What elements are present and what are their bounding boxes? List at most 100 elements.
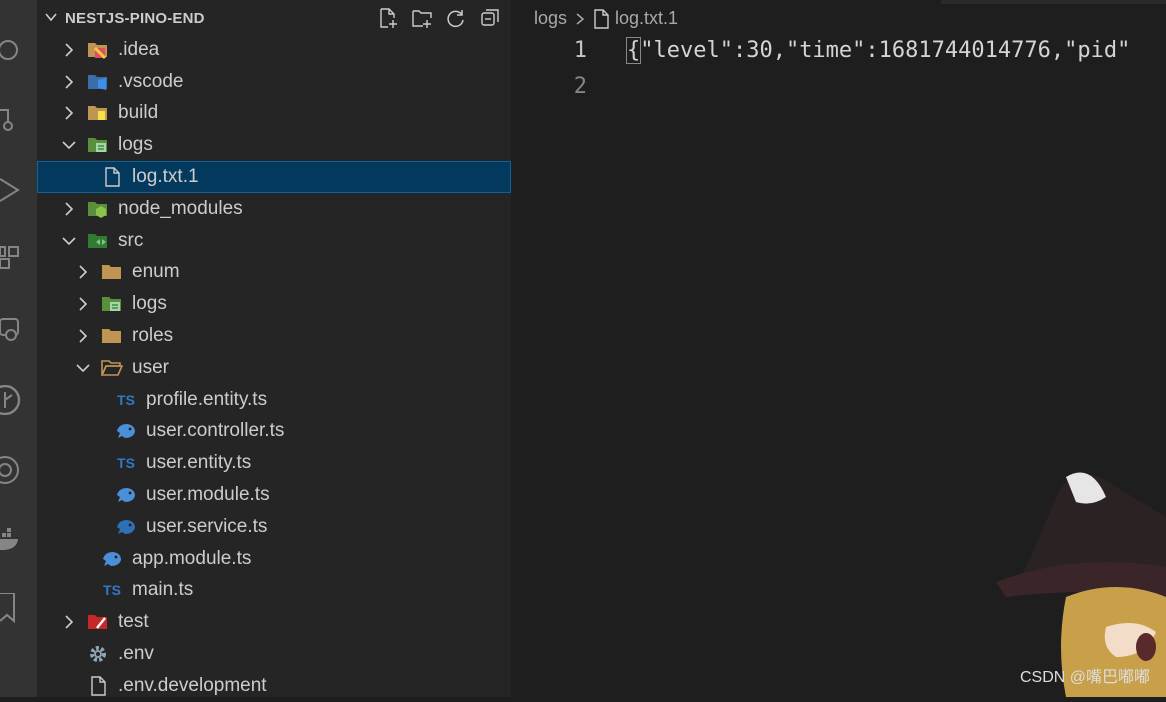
chevron-down-icon[interactable]	[43, 9, 59, 25]
chevron-down-icon[interactable]	[61, 137, 77, 153]
typescript-icon: TS	[115, 453, 137, 473]
search-icon[interactable]	[0, 36, 22, 64]
chevron-right-icon[interactable]	[75, 328, 91, 344]
explorer-sidebar: NESTJS-PINO-END .idea .vscode build logs log…	[37, 0, 511, 697]
nest-service-icon	[115, 517, 137, 537]
breadcrumb-folder[interactable]: logs	[534, 8, 567, 29]
tree-item-test[interactable]: test	[37, 606, 511, 638]
activity-bar	[0, 0, 37, 697]
new-folder-icon[interactable]	[411, 7, 433, 29]
chevron-right-icon[interactable]	[61, 201, 77, 217]
run-debug-icon[interactable]	[0, 176, 22, 204]
test-folder-icon	[87, 612, 109, 632]
tree-item-label: src	[118, 229, 144, 251]
tree-item-vscode[interactable]: .vscode	[37, 66, 511, 98]
tree-item-log-txt-1[interactable]: log.txt.1	[37, 161, 511, 193]
collapse-all-icon[interactable]	[479, 7, 501, 29]
breadcrumb-file[interactable]: log.txt.1	[615, 8, 678, 29]
tree-item-label: logs	[118, 134, 153, 156]
code-editor[interactable]: 1 {"level":30,"time":1681744014776,"pid"…	[511, 35, 1166, 107]
source-control-icon[interactable]	[0, 106, 22, 134]
tree-item-label: log.txt.1	[132, 166, 199, 188]
gear-icon	[87, 644, 109, 664]
docker-icon[interactable]	[0, 526, 22, 554]
chevron-right-icon[interactable]	[61, 42, 77, 58]
src-folder-icon	[87, 231, 109, 251]
tree-item-label: profile.entity.ts	[146, 388, 268, 410]
tree-item-label: .idea	[118, 38, 160, 60]
chevron-down-icon[interactable]	[61, 233, 77, 249]
tree-item-user-service-ts[interactable]: user.service.ts	[37, 511, 511, 543]
tree-item-roles[interactable]: roles	[37, 320, 511, 352]
new-file-icon[interactable]	[377, 7, 399, 29]
chevron-right-icon[interactable]	[75, 264, 91, 280]
nest-module-icon	[101, 549, 123, 569]
tree-item-app-module-ts[interactable]: app.module.ts	[37, 543, 511, 575]
code-line[interactable]: 1 {"level":30,"time":1681744014776,"pid"	[511, 35, 1166, 71]
bookmark-icon[interactable]	[0, 593, 22, 623]
chevron-right-icon[interactable]	[61, 105, 77, 121]
ts-badge: TS	[117, 455, 135, 472]
file-icon	[101, 167, 123, 187]
tree-item-label: node_modules	[118, 197, 243, 219]
anime-character-image	[996, 472, 1166, 697]
ts-badge: TS	[117, 391, 135, 408]
chevron-right-icon[interactable]	[61, 614, 77, 630]
chevron-right-icon	[573, 12, 587, 26]
file-icon	[593, 8, 609, 29]
tree-item-idea[interactable]: .idea	[37, 34, 511, 66]
file-icon	[87, 676, 109, 696]
line-number: 1	[573, 38, 587, 63]
ts-badge: TS	[103, 582, 121, 599]
idea-folder-icon	[87, 40, 109, 60]
folder-open-icon	[101, 358, 123, 378]
tree-item-label: build	[118, 102, 159, 124]
tree-item-label: logs	[132, 293, 167, 315]
tree-item-user-controller-ts[interactable]: user.controller.ts	[37, 416, 511, 448]
tree-item-build[interactable]: build	[37, 98, 511, 130]
line-number: 2	[573, 74, 587, 99]
tree-item-logs[interactable]: logs	[37, 288, 511, 320]
logs-folder-icon	[101, 294, 123, 314]
tab-strip	[941, 0, 1166, 4]
tree-item-user[interactable]: user	[37, 352, 511, 384]
vscode-folder-icon	[87, 72, 109, 92]
tree-item-label: main.ts	[132, 579, 194, 601]
nest-controller-icon	[115, 421, 137, 441]
tree-item-label: app.module.ts	[132, 547, 252, 569]
build-folder-icon	[87, 103, 109, 123]
chevron-down-icon[interactable]	[75, 360, 91, 376]
refresh-icon[interactable]	[445, 7, 467, 29]
tree-item-label: user	[132, 356, 169, 378]
tree-item-user-entity-ts[interactable]: TS user.entity.ts	[37, 447, 511, 479]
tree-item-src[interactable]: src	[37, 225, 511, 257]
tree-item-label: user.service.ts	[146, 515, 268, 537]
remote-explorer-icon[interactable]	[0, 316, 22, 344]
code-line[interactable]: 2	[511, 71, 1166, 107]
chevron-right-icon[interactable]	[61, 74, 77, 90]
line-text[interactable]: {"level":30,"time":1681744014776,"pid"	[625, 37, 1130, 64]
editor-area: logs log.txt.1 1 {"level":30,"time":1681…	[511, 0, 1166, 697]
git-graph-icon[interactable]	[0, 385, 22, 415]
explorer-title[interactable]: NESTJS-PINO-END	[65, 10, 205, 27]
nest-module-icon	[115, 485, 137, 505]
tree-item-node-modules[interactable]: node_modules	[37, 193, 511, 225]
folder-icon	[101, 326, 123, 346]
node-folder-icon	[87, 199, 109, 219]
tree-item-label: .vscode	[118, 70, 184, 92]
tree-item-logs[interactable]: logs	[37, 129, 511, 161]
tree-item-env[interactable]: .env	[37, 638, 511, 670]
chevron-right-icon[interactable]	[75, 296, 91, 312]
explorer-header: NESTJS-PINO-END	[37, 0, 511, 36]
tree-item-enum[interactable]: enum	[37, 257, 511, 289]
tree-item-label: user.module.ts	[146, 484, 270, 506]
tree-item-label: user.entity.ts	[146, 452, 252, 474]
tree-item-main-ts[interactable]: TS main.ts	[37, 575, 511, 607]
explorer-actions	[377, 7, 501, 29]
file-tree: .idea .vscode build logs log.txt.1 node_modul…	[37, 34, 511, 702]
tree-item-profile-entity-ts[interactable]: TS profile.entity.ts	[37, 384, 511, 416]
openai-icon[interactable]	[0, 456, 22, 484]
tree-item-user-module-ts[interactable]: user.module.ts	[37, 479, 511, 511]
extensions-icon[interactable]	[0, 246, 22, 274]
breadcrumb: logs log.txt.1	[534, 8, 678, 29]
